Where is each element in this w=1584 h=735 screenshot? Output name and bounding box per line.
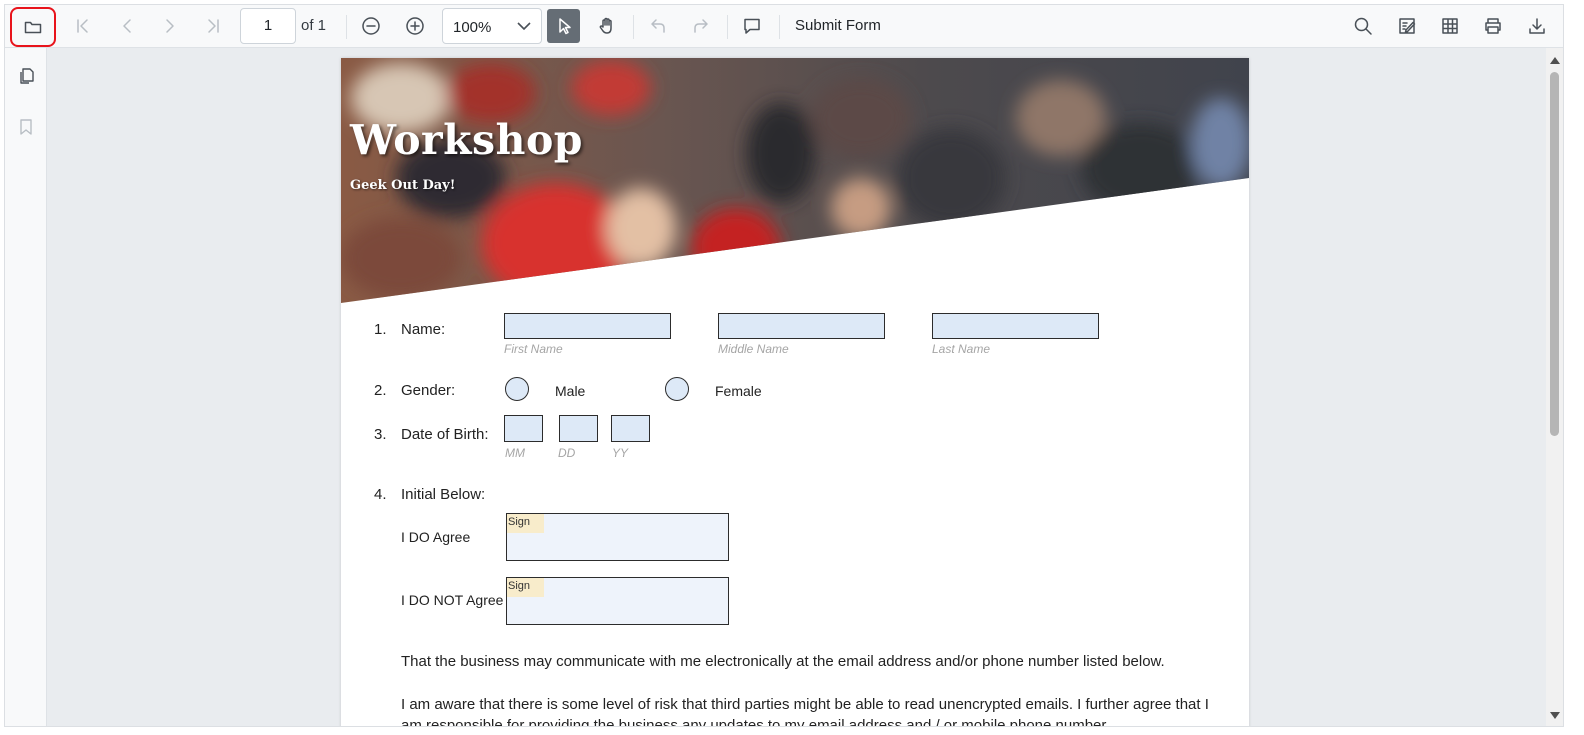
zoom-value: 100% <box>453 19 492 36</box>
chevron-down-icon <box>517 22 531 31</box>
not-agree-signature-field[interactable]: Sign <box>506 577 729 625</box>
pdf-page: Workshop Geek Out Day! 1. Name: First Na… <box>341 58 1249 727</box>
toolbar-separator <box>727 15 728 39</box>
last-name-hint: Last Name <box>932 342 991 356</box>
zoom-in-button[interactable] <box>399 11 431 41</box>
undo-icon <box>651 19 665 33</box>
print-icon <box>1485 18 1501 34</box>
last-page-icon <box>208 19 219 33</box>
vertical-scrollbar[interactable] <box>1546 48 1563 726</box>
dob-day-hint: DD <box>558 446 576 460</box>
scrollbar-thumb[interactable] <box>1550 72 1559 436</box>
consent-paragraph: That the business may communicate with m… <box>401 653 1165 670</box>
sign-indicator: Sign <box>507 514 544 533</box>
bookmark-icon <box>20 119 32 135</box>
banner-title: Workshop <box>350 116 583 164</box>
pdf-viewer: 1 of 1 100% Submit Form Workshop Geek Ou… <box>4 4 1564 727</box>
agree-label: I DO Agree <box>401 529 471 545</box>
bookmarks-button[interactable] <box>10 112 42 142</box>
zoom-in-icon <box>406 17 424 35</box>
page-thumbnails-button[interactable] <box>10 61 42 91</box>
gender-male-radio[interactable] <box>505 377 529 401</box>
previous-page-icon <box>123 19 131 33</box>
comment-icon <box>744 18 760 34</box>
download-icon <box>1529 18 1545 34</box>
middle-name-hint: Middle Name <box>718 342 789 356</box>
folder-open-icon <box>24 21 42 34</box>
item-number: 4. <box>374 486 387 503</box>
item-number: 2. <box>374 382 387 399</box>
zoom-out-button[interactable] <box>355 11 387 41</box>
page-number-input[interactable]: 1 <box>240 8 296 44</box>
next-page-icon <box>166 19 174 33</box>
gender-female-label: Female <box>715 383 762 399</box>
not-agree-label: I DO NOT Agree <box>401 592 504 608</box>
gender-label: Gender: <box>401 382 456 399</box>
annotation-edit-button[interactable] <box>1391 11 1423 41</box>
download-button[interactable] <box>1521 11 1553 41</box>
toolbar-separator <box>779 15 780 39</box>
last-name-field[interactable] <box>932 313 1099 339</box>
comment-panel-button[interactable] <box>736 11 768 41</box>
redo-icon <box>694 19 708 33</box>
form-designer-icon <box>1442 18 1458 34</box>
sign-indicator: Sign <box>507 578 544 597</box>
toolbar-separator <box>633 15 634 39</box>
navigation-pane <box>5 48 47 726</box>
cursor-icon <box>558 18 571 35</box>
previous-page-button[interactable] <box>111 11 143 41</box>
first-page-button[interactable] <box>67 11 99 41</box>
pan-tool-button[interactable] <box>591 11 623 41</box>
middle-name-field[interactable] <box>718 313 885 339</box>
submit-form-button[interactable]: Submit Form <box>795 17 881 34</box>
open-file-button[interactable] <box>10 7 56 47</box>
first-name-field[interactable] <box>504 313 671 339</box>
toolbar-separator <box>346 15 347 39</box>
form-designer-button[interactable] <box>1434 11 1466 41</box>
text-select-tool-button[interactable] <box>547 9 580 43</box>
gender-male-label: Male <box>555 383 586 399</box>
dob-month-field[interactable] <box>504 415 543 442</box>
banner-image <box>341 58 1249 303</box>
banner-subtitle: Geek Out Day! <box>350 178 456 193</box>
first-name-hint: First Name <box>504 342 563 356</box>
agree-signature-field[interactable]: Sign <box>506 513 729 561</box>
next-page-button[interactable] <box>154 11 186 41</box>
search-button[interactable] <box>1347 11 1379 41</box>
zoom-out-icon <box>362 17 380 35</box>
last-page-button[interactable] <box>197 11 229 41</box>
scroll-up-arrow-icon[interactable] <box>1550 57 1560 64</box>
undo-button[interactable] <box>642 11 674 41</box>
gender-female-radio[interactable] <box>665 377 689 401</box>
dob-month-hint: MM <box>505 446 525 460</box>
dob-year-field[interactable] <box>611 415 650 442</box>
page-thumbnails-icon <box>20 68 34 84</box>
item-number: 1. <box>374 321 387 338</box>
dob-year-hint: YY <box>612 446 629 460</box>
annotation-edit-icon <box>1399 18 1416 34</box>
search-icon <box>1354 17 1372 35</box>
name-label: Name: <box>401 321 446 338</box>
risk-paragraph: I am aware that there is some level of r… <box>401 696 1209 727</box>
first-page-icon <box>77 19 88 33</box>
pan-hand-icon <box>599 17 612 34</box>
print-button[interactable] <box>1477 11 1509 41</box>
zoom-dropdown[interactable]: 100% <box>442 8 542 44</box>
toolbar: 1 of 1 100% Submit Form <box>5 5 1563 48</box>
page-count-label: of 1 <box>301 17 327 34</box>
scroll-down-arrow-icon[interactable] <box>1550 712 1560 719</box>
item-number: 3. <box>374 426 387 443</box>
dob-day-field[interactable] <box>559 415 598 442</box>
redo-button[interactable] <box>685 11 717 41</box>
initial-below-label: Initial Below: <box>401 486 486 503</box>
dob-label: Date of Birth: <box>401 426 489 443</box>
